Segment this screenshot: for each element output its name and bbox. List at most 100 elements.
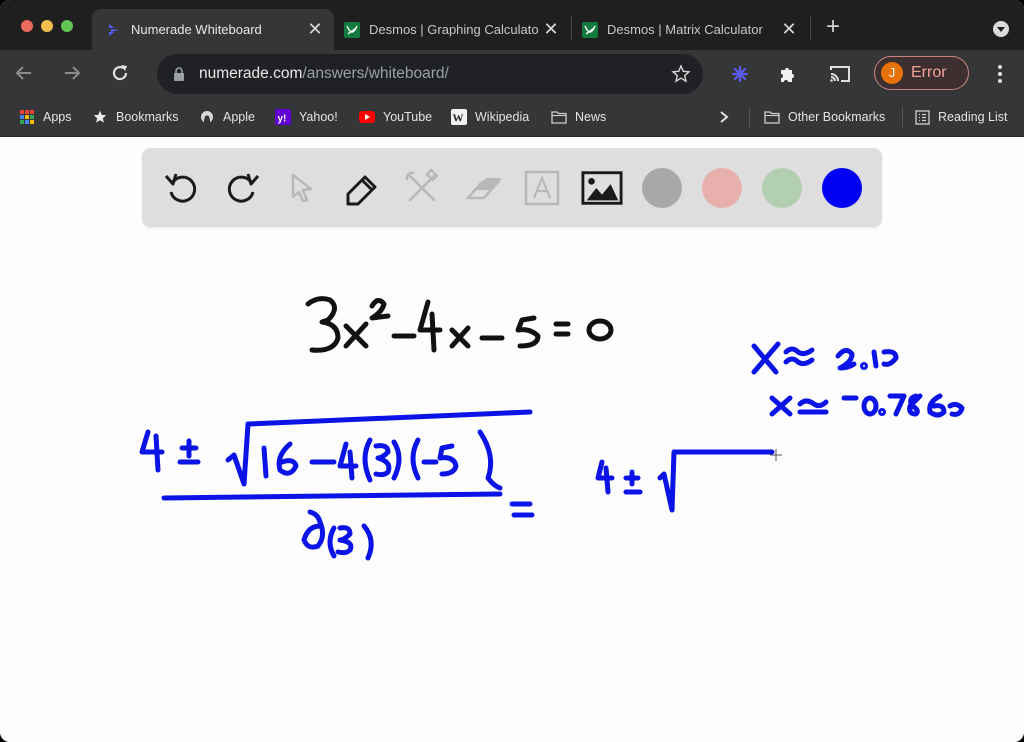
handwritten-equation <box>305 296 614 353</box>
browser-menu-button[interactable] <box>997 65 1003 83</box>
bookmark-label: News <box>575 110 607 124</box>
bookmarks-separator <box>902 107 903 127</box>
reading-list-button[interactable]: Reading List <box>914 107 1008 127</box>
bookmark-label: Yahoo! <box>299 110 338 124</box>
bookmark-yahoo[interactable]: y! Yahoo! <box>275 107 338 127</box>
whiteboard-page <box>0 138 1024 742</box>
handwritten-roots <box>751 341 965 418</box>
wrench-hammer-icon <box>405 168 439 202</box>
text-box-icon <box>524 170 560 206</box>
whiteboard-canvas[interactable] <box>0 238 1024 742</box>
eraser-icon <box>465 178 502 200</box>
wikipedia-icon: W <box>451 109 467 125</box>
address-bar[interactable]: numerade.com/answers/whiteboard/ <box>157 54 703 94</box>
bookmark-youtube[interactable]: YouTube <box>359 107 432 127</box>
bookmark-apple[interactable]: Apple <box>199 107 255 127</box>
color-swatch-green[interactable] <box>762 168 802 208</box>
bookmark-label: Apple <box>223 110 255 124</box>
bookmark-label: Reading List <box>938 110 1008 124</box>
desmos-logo-icon <box>344 21 360 38</box>
new-tab-button[interactable]: + <box>822 15 844 39</box>
arrow-right-icon <box>65 66 81 80</box>
profile-status: Error <box>911 64 947 81</box>
cast-icon[interactable] <box>827 63 853 85</box>
extensions-puzzle-icon[interactable] <box>776 63 798 85</box>
tab-title: Desmos | Graphing Calculator <box>369 22 539 37</box>
tab-strip: Numerade Whiteboard ✕ Desmos | Graphing … <box>0 0 1024 50</box>
yahoo-icon: y! <box>275 109 291 125</box>
text-tool-button[interactable] <box>521 167 563 209</box>
browser-window: Numerade Whiteboard ✕ Desmos | Graphing … <box>0 0 1024 742</box>
reload-button[interactable] <box>108 61 132 85</box>
url-domain: numerade.com <box>199 65 303 82</box>
bookmark-wikipedia[interactable]: W Wikipedia <box>451 107 529 127</box>
desmos-logo-icon <box>582 21 598 38</box>
bookmark-star-icon[interactable] <box>671 64 691 89</box>
star-icon <box>92 109 108 125</box>
bookmark-bookmarks[interactable]: Bookmarks <box>92 107 179 127</box>
back-button[interactable] <box>12 61 36 85</box>
apple-icon <box>199 109 215 125</box>
pen-tool-button[interactable] <box>341 167 383 209</box>
close-window-button[interactable] <box>21 20 33 32</box>
lock-icon <box>173 67 185 86</box>
bookmark-label: Wikipedia <box>475 110 530 124</box>
undo-button[interactable] <box>161 167 203 209</box>
bookmark-apps[interactable]: Apps <box>19 107 72 127</box>
arrow-left-icon <box>15 66 31 80</box>
bookmark-news[interactable]: News <box>551 107 606 127</box>
profile-button[interactable]: J Error <box>874 56 969 90</box>
tools-button[interactable] <box>401 167 443 209</box>
svg-text:W: W <box>453 113 464 125</box>
bookmark-label: Apps <box>43 110 72 124</box>
pencil-icon <box>346 175 377 206</box>
svg-text:y!: y! <box>278 114 287 125</box>
avatar: J <box>881 62 903 84</box>
select-tool-button[interactable] <box>281 167 323 209</box>
whiteboard-toolbar <box>142 148 882 227</box>
tab-numerade-whiteboard[interactable]: Numerade Whiteboard ✕ <box>92 9 334 50</box>
minimize-window-button[interactable] <box>41 20 53 32</box>
browser-toolbar: numerade.com/answers/whiteboard/ J Error <box>0 50 1024 97</box>
color-swatch-gray[interactable] <box>642 168 682 208</box>
close-tab-icon[interactable]: ✕ <box>780 20 798 38</box>
url-path: /answers/whiteboard/ <box>302 65 449 82</box>
bookmarks-bar: Apps Bookmarks Apple y! Yahoo! YouTube W… <box>0 97 1024 137</box>
tab-search-button[interactable] <box>993 21 1009 37</box>
chevron-right-icon <box>716 109 732 125</box>
color-swatch-blue[interactable] <box>822 168 862 208</box>
bookmark-label: YouTube <box>383 110 433 124</box>
youtube-icon <box>359 109 375 125</box>
apps-grid-icon <box>19 109 35 125</box>
tab-desmos-matrix[interactable]: Desmos | Matrix Calculator ✕ <box>572 9 808 50</box>
bookmarks-overflow-button[interactable] <box>716 107 740 127</box>
redo-icon <box>227 173 260 203</box>
bookmarks-separator <box>749 107 750 127</box>
url-text[interactable]: numerade.com/answers/whiteboard/ <box>199 65 449 83</box>
image-icon <box>581 171 623 205</box>
tab-title: Numerade Whiteboard <box>131 22 262 37</box>
redo-button[interactable] <box>221 167 263 209</box>
cursor-arrow-icon <box>291 173 313 203</box>
color-swatch-pink[interactable] <box>702 168 742 208</box>
tab-title: Desmos | Matrix Calculator <box>607 22 763 37</box>
handwritten-continuation <box>595 449 775 513</box>
reading-list-icon <box>914 109 930 125</box>
handwritten-quadratic-formula <box>139 409 535 561</box>
close-tab-icon[interactable]: ✕ <box>306 20 324 38</box>
eraser-tool-button[interactable] <box>461 167 503 209</box>
image-tool-button[interactable] <box>581 167 623 209</box>
undo-icon <box>164 173 197 203</box>
reload-icon <box>112 65 128 81</box>
close-tab-icon[interactable]: ✕ <box>542 20 560 38</box>
extension-numerade-icon[interactable] <box>729 63 751 85</box>
bookmark-label: Other Bookmarks <box>788 110 886 124</box>
maximize-window-button[interactable] <box>61 20 73 32</box>
tab-desmos-graphing[interactable]: Desmos | Graphing Calculator ✕ <box>334 9 570 50</box>
folder-icon <box>551 109 567 125</box>
forward-button[interactable] <box>60 61 84 85</box>
numerade-logo-icon <box>106 22 122 38</box>
folder-icon <box>764 109 780 125</box>
bookmark-other-bookmarks[interactable]: Other Bookmarks <box>764 107 885 127</box>
bookmark-label: Bookmarks <box>116 110 179 124</box>
